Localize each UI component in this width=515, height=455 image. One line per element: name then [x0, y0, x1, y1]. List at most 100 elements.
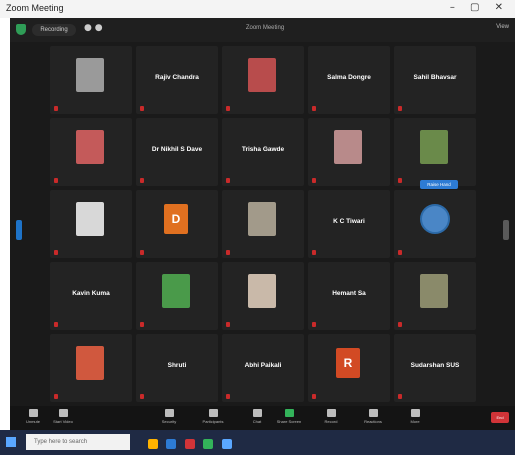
participant-avatar — [76, 202, 104, 236]
participant-name: Salma Dongre — [327, 74, 371, 81]
more-button[interactable]: More — [400, 409, 430, 429]
muted-mic-icon — [226, 178, 230, 183]
muted-mic-icon — [140, 178, 144, 183]
participant-tile[interactable] — [222, 46, 304, 114]
participant-initial-avatar: D — [164, 204, 188, 234]
participant-tile[interactable]: Shruti — [136, 334, 218, 402]
muted-mic-icon — [312, 106, 316, 111]
meeting-topbar: Recording ● ● Zoom Meeting View — [10, 18, 515, 42]
participant-name: Hemant Sa — [332, 290, 366, 297]
toolbar-label: Chat — [252, 419, 262, 424]
next-page-button[interactable] — [503, 220, 509, 240]
meeting-toolbar: End Unmute Start Video Security Participant… — [10, 406, 515, 430]
muted-mic-icon — [398, 394, 402, 399]
app-icon[interactable] — [203, 439, 214, 449]
participant-tile[interactable] — [308, 118, 390, 186]
end-meeting-button[interactable]: End — [491, 412, 509, 423]
participant-avatar — [420, 274, 448, 308]
meeting-info-icon[interactable]: ● ● — [84, 23, 103, 33]
participant-avatar — [420, 130, 448, 164]
participant-tile[interactable] — [222, 190, 304, 258]
muted-mic-icon — [54, 250, 58, 255]
participant-name: Trisha Gawde — [241, 146, 285, 153]
participants-button[interactable]: Participants — [198, 409, 228, 429]
window-controls[interactable]: – ▢ ✕ — [450, 2, 509, 13]
participant-tile[interactable] — [394, 262, 476, 330]
toolbar-label: More — [410, 419, 420, 424]
muted-mic-icon — [140, 250, 144, 255]
participant-name: Sudarshan SUS — [410, 362, 460, 369]
share-screen-button[interactable]: Share Screen — [274, 409, 304, 429]
previous-page-button[interactable] — [16, 220, 22, 240]
share-screen-icon — [284, 409, 294, 417]
participant-avatar — [76, 58, 104, 92]
participant-tile[interactable]: Salma Dongre — [308, 46, 390, 114]
view-button[interactable]: View — [496, 24, 509, 30]
participant-tile[interactable]: D — [136, 190, 218, 258]
video-icon — [58, 409, 68, 417]
window-title: Zoom Meeting — [6, 3, 64, 13]
participant-gallery: Rajiv Chandra Salma Dongre Sahil Bhavsar Dr… — [50, 46, 478, 402]
muted-mic-icon — [226, 394, 230, 399]
participant-tile[interactable]: Rajiv Chandra — [136, 46, 218, 114]
participant-tile[interactable] — [50, 190, 132, 258]
participant-avatar — [248, 58, 276, 92]
participant-tile[interactable]: Raise Hand — [394, 180, 476, 258]
meeting-title: Zoom Meeting — [245, 25, 285, 31]
muted-mic-icon — [312, 394, 316, 399]
participant-tile[interactable] — [50, 118, 132, 186]
participant-tile[interactable]: Abhi Paikali — [222, 334, 304, 402]
muted-mic-icon — [140, 394, 144, 399]
participant-avatar — [76, 346, 104, 380]
muted-mic-icon — [226, 322, 230, 327]
windows-start-icon[interactable] — [6, 437, 16, 447]
muted-mic-icon — [398, 106, 402, 111]
participant-tile[interactable] — [50, 46, 132, 114]
muted-mic-icon — [140, 106, 144, 111]
participant-name: Shruti — [167, 362, 187, 369]
participant-tile[interactable]: R — [308, 334, 390, 402]
toolbar-label: Security — [161, 419, 177, 424]
participant-name: Kavin Kuma — [72, 290, 110, 297]
participant-tile[interactable] — [136, 262, 218, 330]
muted-mic-icon — [226, 250, 230, 255]
muted-mic-icon — [312, 178, 316, 183]
participant-tile[interactable] — [222, 262, 304, 330]
participant-tile[interactable]: Sudarshan SUS — [394, 334, 476, 402]
toolbar-label: Start Video — [53, 419, 73, 424]
participant-avatar — [162, 274, 190, 308]
zoom-app-icon[interactable] — [221, 439, 232, 449]
taskbar-apps — [148, 436, 236, 449]
participant-tile[interactable] — [50, 334, 132, 402]
video-button[interactable]: Start Video — [48, 409, 78, 429]
shield-button[interactable]: Security — [154, 409, 184, 429]
reactions-button[interactable]: Reactions — [358, 409, 388, 429]
participant-tile[interactable]: Trisha Gawde — [222, 118, 304, 186]
toolbar-label: Share Screen — [276, 419, 302, 424]
participant-name: Sahil Bhavsar — [413, 74, 457, 81]
participant-tile[interactable]: K C Tiwari — [308, 190, 390, 258]
chat-button[interactable]: Chat — [242, 409, 272, 429]
participant-name: Dr Nikhil S Dave — [151, 146, 203, 153]
participant-name: K C Tiwari — [333, 218, 365, 225]
file-explorer-icon[interactable] — [148, 439, 158, 449]
taskbar-search-input[interactable]: Type here to search — [26, 434, 130, 450]
record-button[interactable]: Record — [316, 409, 346, 429]
participant-tile[interactable] — [394, 118, 476, 186]
toolbar-label: Participants — [202, 419, 224, 424]
shield-icon — [164, 409, 174, 417]
participant-initial-avatar: R — [336, 348, 360, 378]
reactions-icon — [368, 409, 378, 417]
muted-mic-icon — [54, 322, 58, 327]
participant-tile[interactable]: Hemant Sa — [308, 262, 390, 330]
muted-mic-icon — [312, 250, 316, 255]
participant-tile[interactable]: Sahil Bhavsar — [394, 46, 476, 114]
record-icon — [326, 409, 336, 417]
participant-tile[interactable]: Dr Nikhil S Dave — [136, 118, 218, 186]
microphone-button[interactable]: Unmute — [18, 409, 48, 429]
encryption-shield-icon[interactable] — [16, 24, 26, 35]
participant-tile[interactable]: Kavin Kuma — [50, 262, 132, 330]
browser-icon[interactable] — [166, 439, 177, 449]
app-icon[interactable] — [184, 439, 195, 449]
recording-pill[interactable]: Recording — [32, 24, 76, 36]
